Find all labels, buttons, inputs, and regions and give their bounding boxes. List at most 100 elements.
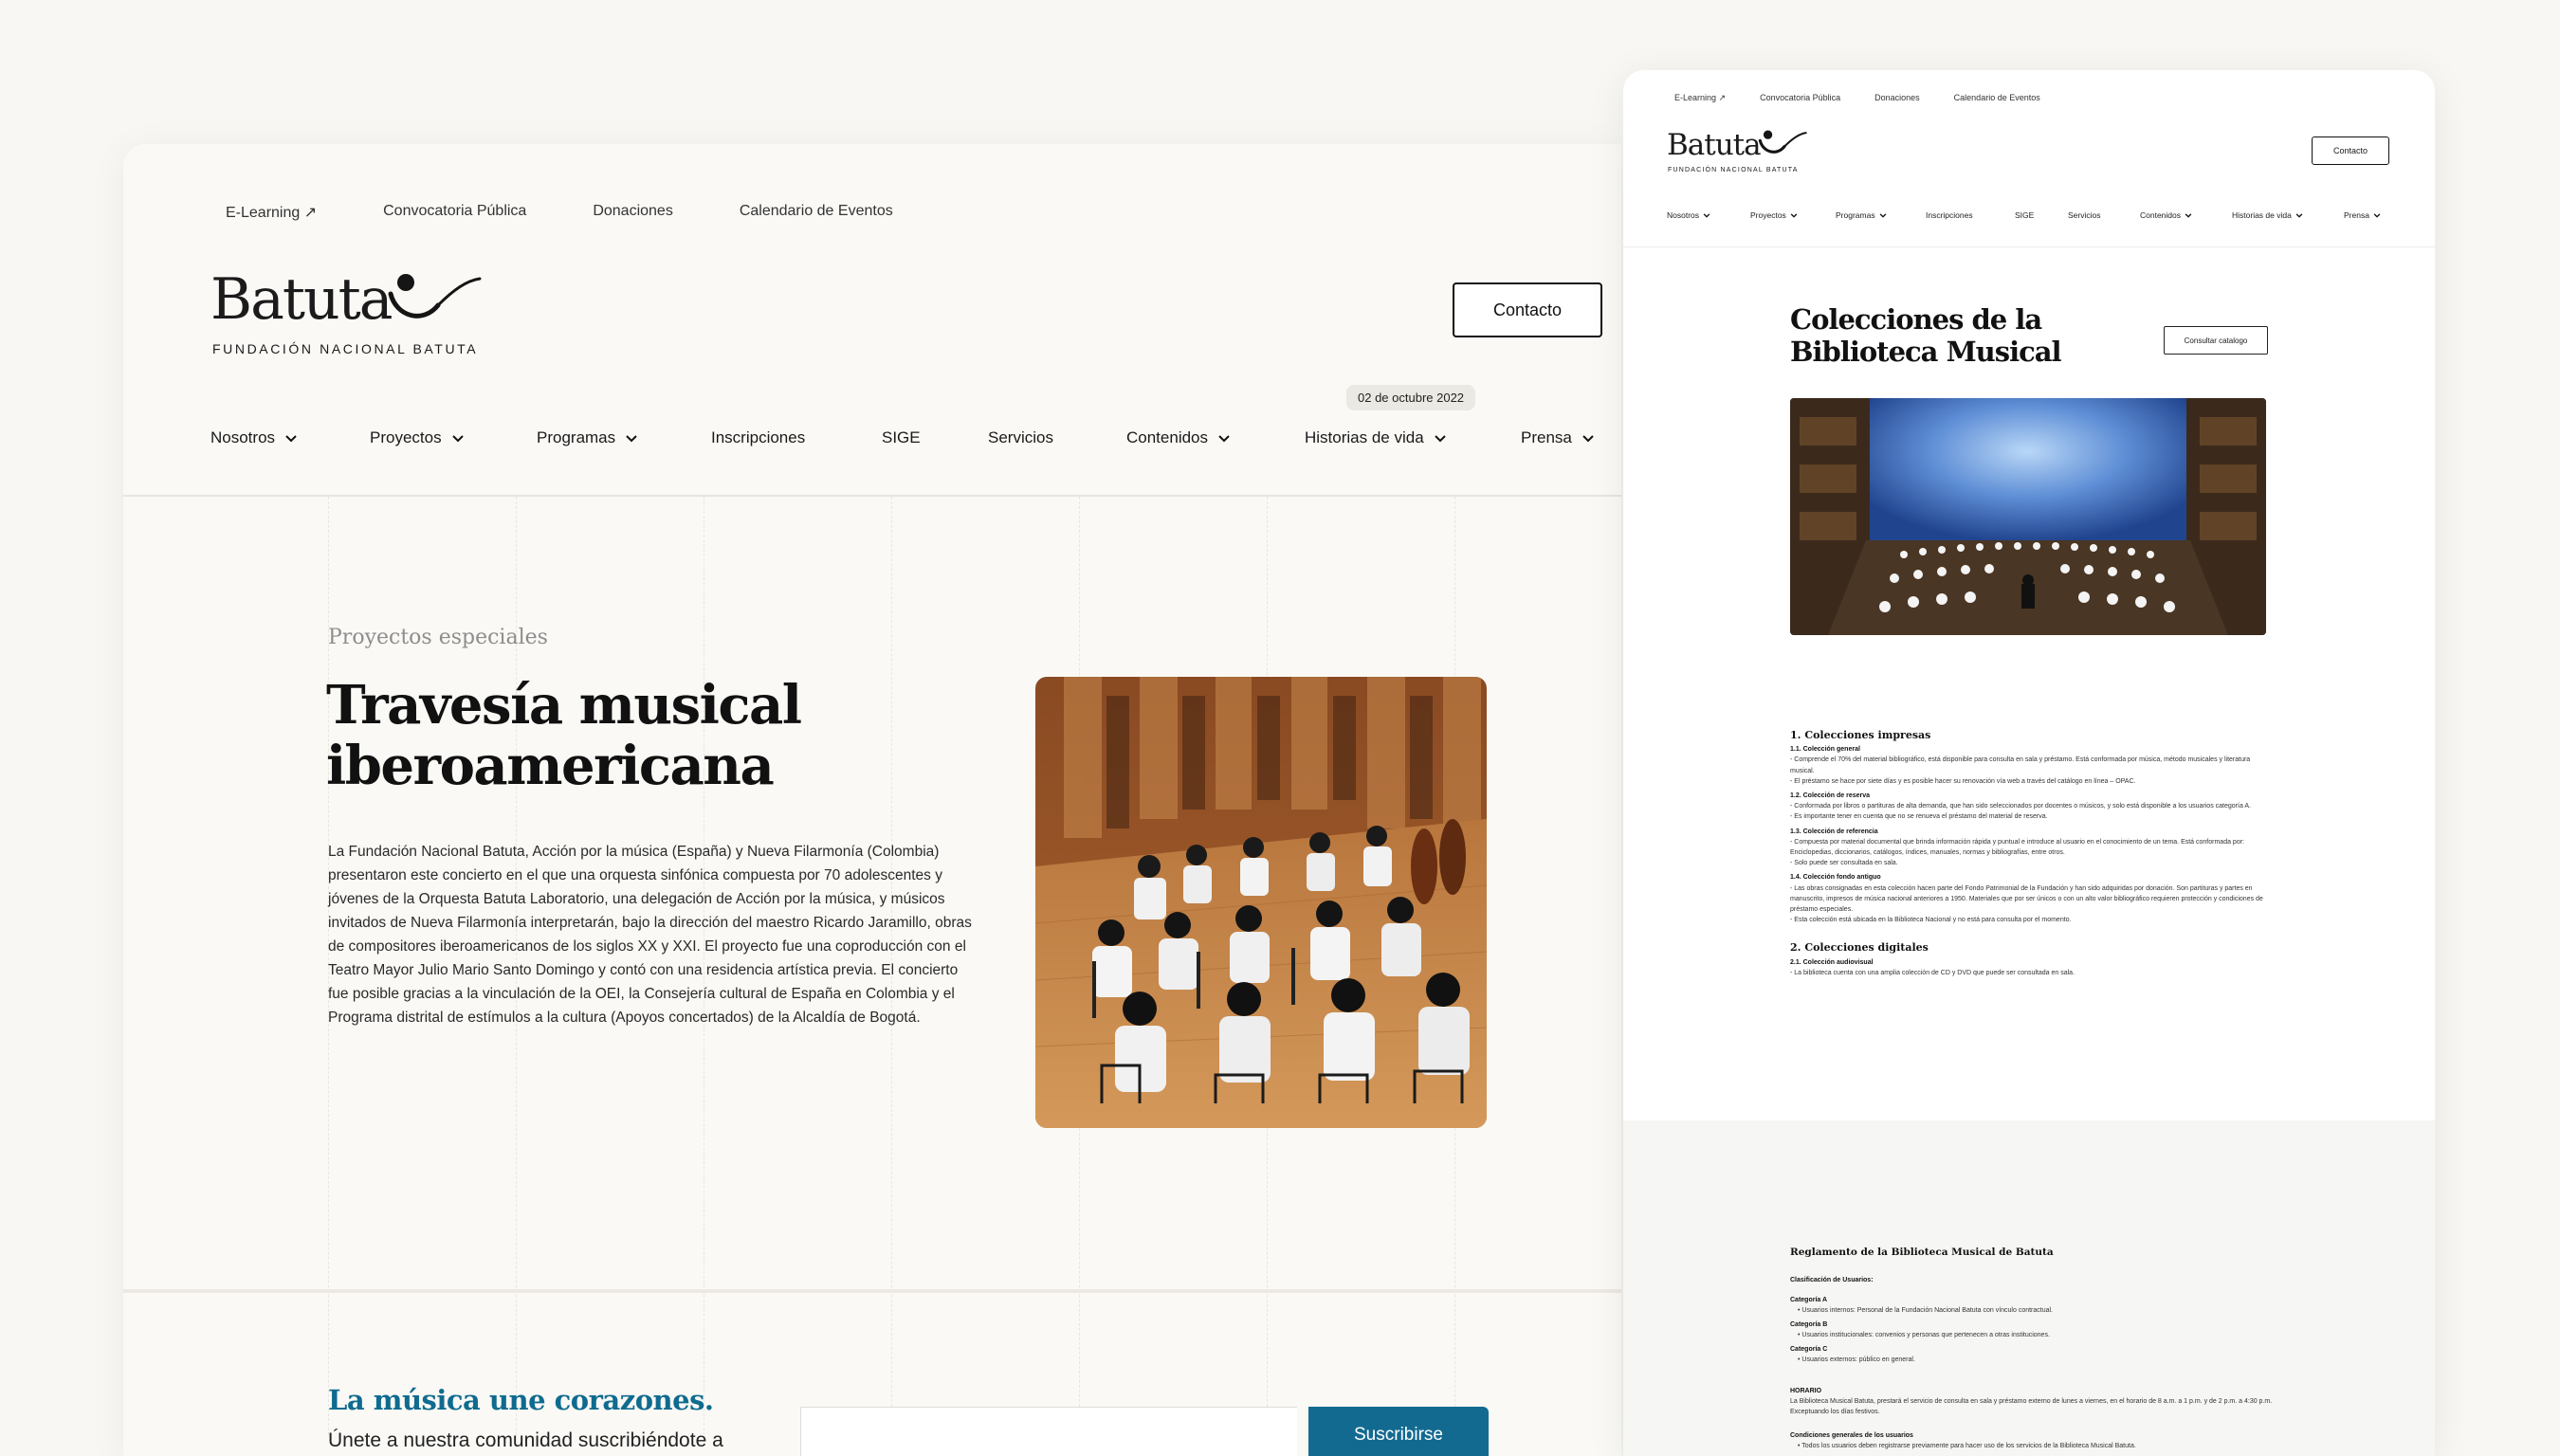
subsection-heading: 1.3. Colección de referencia xyxy=(1790,828,1878,835)
category-name: Categoría A xyxy=(1790,1297,1828,1303)
subsection-heading: 1.1. Colección general xyxy=(1790,746,1860,754)
category-desc-text: Usuarios externos: público en general. xyxy=(1801,1356,1915,1363)
nav-label: SIGE xyxy=(2015,210,2035,220)
category-desc: • Usuarios internos: Personal de la Fund… xyxy=(1798,1307,2054,1314)
orchestra-stage-photo xyxy=(1790,398,2266,635)
category-desc: • Usuarios externos: público en general. xyxy=(1798,1356,1915,1363)
nav-item-proyectos[interactable]: Proyectos xyxy=(370,428,537,447)
category-name: Categoría B xyxy=(1790,1321,1828,1328)
nav-item-inscripciones[interactable]: Inscripciones xyxy=(711,428,882,447)
nav-item-sige[interactable]: SIGE xyxy=(2015,210,2068,220)
chevron-down-icon xyxy=(1434,435,1446,443)
text-line: - Solo puede ser consultada en sala. xyxy=(1790,860,1898,867)
section-divider xyxy=(123,1289,1621,1293)
nav-item-sige[interactable]: SIGE xyxy=(882,428,988,447)
nav-label: Proyectos xyxy=(370,428,442,446)
batuta-logo[interactable]: Batuta FUNDACIÓN NACIONAL BATUTA xyxy=(210,271,495,362)
nav-item-inscripciones[interactable]: Inscripciones xyxy=(1926,210,2015,220)
nav-item-historias[interactable]: Historias de vida xyxy=(1305,428,1521,447)
utility-link-calendario[interactable]: Calendario de Eventos xyxy=(1954,93,2040,103)
nav-item-servicios[interactable]: Servicios xyxy=(988,428,1126,447)
main-nav: Nosotros Proyectos Programas Inscripcion… xyxy=(1667,210,2381,220)
regulation-title: Reglamento de la Biblioteca Musical de B… xyxy=(1790,1247,2054,1258)
utility-link-convocatoria[interactable]: Convocatoria Pública xyxy=(383,203,526,222)
conditions-text-value: Todos los usuarios deben registrarse pre… xyxy=(1801,1443,2136,1449)
nav-item-contenidos[interactable]: Contenidos xyxy=(2140,210,2232,220)
nav-label: Proyectos xyxy=(1750,210,1786,220)
utility-link-elearning[interactable]: E-Learning ↗ xyxy=(226,203,317,222)
category-desc: • Usuarios institucionales: convenios y … xyxy=(1798,1332,2050,1338)
nav-label: Historias de vida xyxy=(2232,210,2292,220)
library-page-preview: E-Learning ↗ Convocatoria Pública Donaci… xyxy=(1623,70,2435,1456)
utility-links: E-Learning ↗ Convocatoria Pública Donaci… xyxy=(226,203,893,222)
nav-label: Nosotros xyxy=(210,428,276,446)
collections-content: 1. Colecciones impresas 1.1. Colección g… xyxy=(1790,720,2274,978)
nav-label: Prensa xyxy=(2344,210,2369,220)
text-line: - La biblioteca cuenta con una amplia co… xyxy=(1790,969,2075,976)
nav-divider xyxy=(123,495,1621,497)
nav-item-servicios[interactable]: Servicios xyxy=(2068,210,2140,220)
subsection-heading: 1.4. Colección fondo antiguo xyxy=(1790,874,1881,882)
contact-button[interactable]: Contacto xyxy=(1453,282,1602,337)
chevron-down-icon xyxy=(1790,213,1798,218)
chevron-down-icon xyxy=(2295,213,2303,218)
utility-link-convocatoria[interactable]: Convocatoria Pública xyxy=(1760,93,1840,103)
conductor-swoosh-icon xyxy=(388,274,482,318)
nav-divider xyxy=(1623,246,2435,247)
date-badge: 02 de octubre 2022 xyxy=(1346,385,1476,410)
nav-item-contenidos[interactable]: Contenidos xyxy=(1126,428,1305,447)
nav-label: SIGE xyxy=(882,428,921,446)
text-line: - El préstamo se hace por siete días y e… xyxy=(1790,777,2136,785)
chevron-down-icon xyxy=(1879,213,1886,218)
subscribe-button[interactable]: Suscribirse xyxy=(1308,1407,1489,1456)
article-body: La Fundación Nacional Batuta, Acción por… xyxy=(328,844,972,1026)
utility-link-calendario[interactable]: Calendario de Eventos xyxy=(740,203,893,222)
schedule-title: HORARIO xyxy=(1790,1388,1822,1394)
section-heading: 2. Colecciones digitales xyxy=(1790,941,1929,955)
nav-label: Contenidos xyxy=(1126,428,1209,446)
utility-link-donaciones[interactable]: Donaciones xyxy=(593,203,673,222)
category-desc-text: Usuarios internos: Personal de la Fundac… xyxy=(1801,1307,2054,1314)
subsection-heading: 1.2. Colección de reserva xyxy=(1790,792,1871,800)
logo-wordmark: Batuta xyxy=(210,266,393,333)
classification-label: Clasificación de Usuarios: xyxy=(1790,1277,1874,1283)
category-name: Categoría C xyxy=(1790,1346,1828,1353)
text-line: - Conformada por libros o partituras de … xyxy=(1790,803,2252,810)
nav-label: Programas xyxy=(1836,210,1875,220)
utility-link-donaciones[interactable]: Donaciones xyxy=(1874,93,1920,103)
nav-label: Programas xyxy=(537,428,616,446)
text-line: - Esta colección está ubicada en la Bibl… xyxy=(1790,917,2072,924)
nav-item-historias[interactable]: Historias de vida xyxy=(2232,210,2344,220)
batuta-logo[interactable]: Batuta FUNDACIÓN NACIONAL BATUTA xyxy=(1667,131,1809,178)
subsection-heading: 2.1. Colección audiovisual xyxy=(1790,958,1874,966)
section-eyebrow: Proyectos especiales xyxy=(328,626,548,649)
orchestra-rehearsal-photo xyxy=(1035,677,1487,1128)
utility-link-elearning[interactable]: E-Learning ↗ xyxy=(1674,93,1726,103)
category-desc-text: Usuarios institucionales: convenios y pe… xyxy=(1801,1332,2050,1338)
logo-subtitle: FUNDACIÓN NACIONAL BATUTA xyxy=(212,341,479,356)
newsletter-heading: La música une corazones. xyxy=(328,1384,714,1416)
main-nav: Nosotros Proyectos Programas Inscripcion… xyxy=(210,428,1595,447)
page-title: Colecciones de la Biblioteca Musical xyxy=(1790,303,2062,368)
nav-item-programas[interactable]: Programas xyxy=(537,428,711,447)
nav-item-nosotros[interactable]: Nosotros xyxy=(1667,210,1750,220)
nav-item-programas[interactable]: Programas xyxy=(1836,210,1926,220)
nav-item-nosotros[interactable]: Nosotros xyxy=(210,428,370,447)
nav-label: Inscripciones xyxy=(1926,210,1973,220)
chevron-down-icon xyxy=(1218,435,1230,443)
nav-label: Contenidos xyxy=(2140,210,2182,220)
catalog-button[interactable]: Consultar catalogo xyxy=(2164,326,2268,355)
logo-subtitle: FUNDACIÓN NACIONAL BATUTA xyxy=(1668,167,1799,173)
section-heading: 1. Colecciones impresas xyxy=(1790,729,1931,741)
contact-button[interactable]: Contacto xyxy=(2312,136,2389,165)
newsletter-email-input[interactable] xyxy=(800,1407,1297,1456)
nav-item-prensa[interactable]: Prensa xyxy=(1521,428,1595,447)
logo-wordmark: Batuta xyxy=(1667,128,1762,162)
conductor-swoosh-icon xyxy=(1758,130,1807,154)
nav-item-prensa[interactable]: Prensa xyxy=(2344,210,2381,220)
newsletter-text: Únete a nuestra comunidad suscribiéndote… xyxy=(328,1429,723,1451)
nav-item-proyectos[interactable]: Proyectos xyxy=(1750,210,1836,220)
text-line: - Compuesta por material documental que … xyxy=(1790,838,2244,857)
chevron-down-icon xyxy=(1582,435,1594,443)
regulation-section: Reglamento de la Biblioteca Musical de B… xyxy=(1623,1120,2435,1456)
